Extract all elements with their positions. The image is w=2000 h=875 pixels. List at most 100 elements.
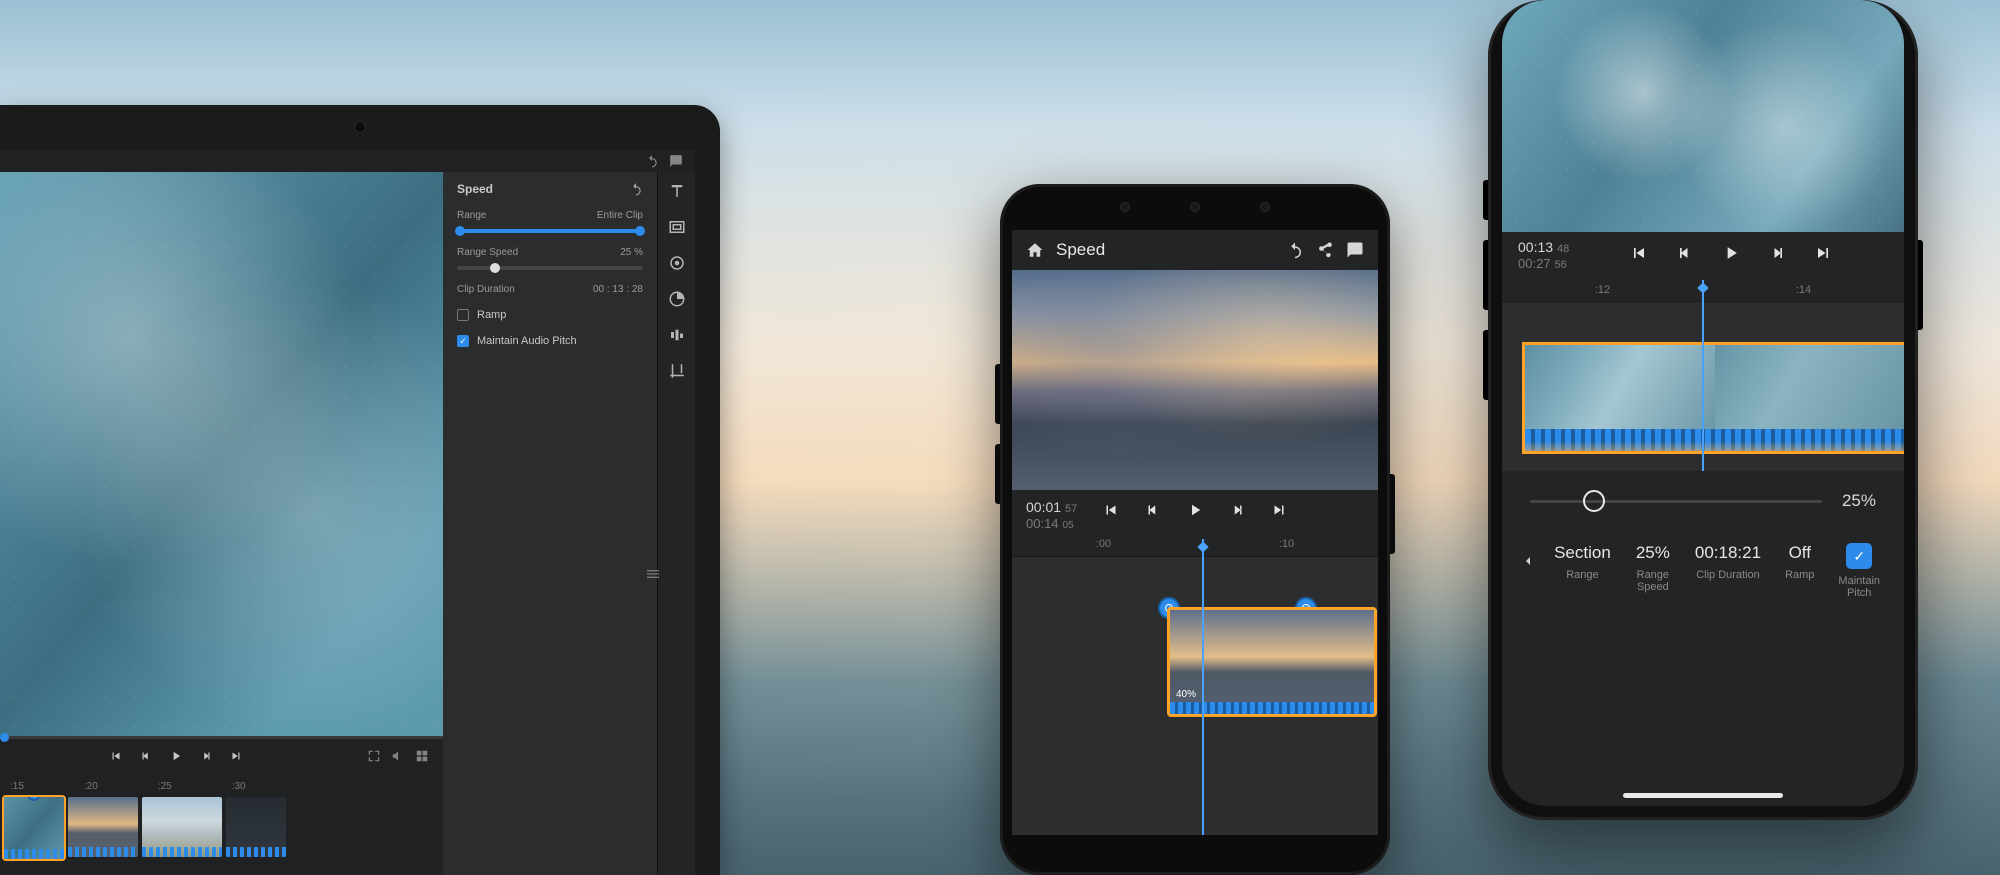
- duration-label: Clip Duration: [457, 284, 515, 295]
- ramp-control[interactable]: Off Ramp: [1779, 543, 1820, 581]
- ramp-value: Off: [1789, 543, 1811, 563]
- preview-video[interactable]: [0, 172, 443, 736]
- speed-controls-bar: Section Range 25% Range Speed 00:18:21 C…: [1502, 531, 1904, 599]
- step-forward-button[interactable]: [1228, 501, 1246, 524]
- tick-label: :15: [10, 781, 24, 792]
- step-forward-button[interactable]: [1767, 243, 1787, 268]
- pitch-label: Maintain Pitch: [1838, 575, 1880, 599]
- skip-forward-button[interactable]: [1270, 501, 1288, 524]
- timeline[interactable]: 40%: [1012, 556, 1378, 835]
- speed-label: Range Speed: [457, 247, 518, 258]
- panel-title: Speed: [457, 182, 493, 196]
- timeline[interactable]: [0, 795, 443, 875]
- range-slider[interactable]: [457, 229, 643, 233]
- speed-value: 25 %: [620, 247, 643, 258]
- timeline-ruler: :15 :20 :25 :30: [0, 777, 443, 795]
- step-back-button[interactable]: [1144, 501, 1162, 524]
- preview-video[interactable]: [1502, 0, 1904, 232]
- range-control[interactable]: Section Range: [1548, 543, 1617, 581]
- comments-icon[interactable]: [1346, 241, 1364, 259]
- iphone-device: 00:1348 00:2756 :12 :14 25%: [1488, 0, 1918, 820]
- pitch-checkbox[interactable]: ✓: [1846, 543, 1872, 569]
- duration-label: Clip Duration: [1696, 569, 1760, 581]
- skip-back-button[interactable]: [1629, 243, 1649, 268]
- undo-icon[interactable]: [645, 154, 659, 168]
- speed-label: Range Speed: [1635, 569, 1671, 593]
- duration-value: 00:18:21: [1695, 543, 1761, 563]
- back-button[interactable]: [1520, 543, 1536, 574]
- speed-slider[interactable]: [1530, 500, 1822, 503]
- transport-controls: [1012, 501, 1378, 538]
- tick-label: :10: [1279, 538, 1294, 556]
- step-forward-button[interactable]: [199, 749, 213, 768]
- header-title: Speed: [1056, 240, 1274, 260]
- clip-speed-pct: 40%: [1176, 689, 1196, 700]
- meta-row: 00:1348 00:2756: [1502, 232, 1904, 279]
- transport-controls: [0, 739, 443, 777]
- play-button[interactable]: [169, 749, 183, 768]
- mute-icon[interactable]: [391, 749, 405, 768]
- transform-icon[interactable]: [668, 218, 686, 236]
- skip-back-button[interactable]: [109, 749, 123, 768]
- menu-icon[interactable]: [645, 566, 661, 587]
- range-value: Section: [1554, 543, 1611, 563]
- total-time: 00:27: [1518, 256, 1551, 271]
- skip-forward-button[interactable]: [1813, 243, 1833, 268]
- crop-icon[interactable]: [668, 362, 686, 380]
- ramp-checkbox[interactable]: Ramp: [457, 309, 643, 321]
- undo-icon[interactable]: [1286, 241, 1304, 259]
- tick-label: :14: [1796, 284, 1811, 296]
- ramp-label: Ramp: [1785, 569, 1814, 581]
- ramp-label: Ramp: [477, 309, 506, 321]
- speed-slider-row: 25%: [1502, 471, 1904, 531]
- timeline-clip[interactable]: [4, 797, 64, 859]
- duration-control[interactable]: 00:18:21 Clip Duration: [1689, 543, 1767, 581]
- tick-label: :12: [1595, 284, 1610, 296]
- tablet-screen: :15 :20 :25 :30 Speed: [0, 150, 695, 875]
- reset-icon[interactable]: [629, 182, 643, 196]
- speed-slider[interactable]: [457, 266, 643, 270]
- scrubber[interactable]: [0, 736, 443, 739]
- range-value: Entire Clip: [597, 210, 643, 221]
- duration-value[interactable]: 00 : 13 : 28: [593, 284, 643, 295]
- fullscreen-icon[interactable]: [367, 749, 381, 768]
- timeline[interactable]: [1502, 301, 1904, 471]
- skip-back-button[interactable]: [1102, 501, 1120, 524]
- timeline-clip[interactable]: 40%: [1167, 607, 1377, 717]
- timeline-clip[interactable]: [68, 797, 138, 857]
- tick-label: :30: [232, 781, 246, 792]
- share-icon[interactable]: [1316, 241, 1334, 259]
- skip-forward-button[interactable]: [229, 749, 243, 768]
- android-screen: Speed 00:0157 00:1405 :00 :10: [1012, 230, 1378, 835]
- playhead[interactable]: [1702, 280, 1704, 471]
- speed-icon[interactable]: [668, 326, 686, 344]
- comments-icon[interactable]: [669, 154, 683, 168]
- pitch-checkbox[interactable]: Maintain Audio Pitch: [457, 335, 643, 347]
- speed-value: 25%: [1636, 543, 1670, 563]
- play-button[interactable]: [1186, 501, 1204, 524]
- step-back-button[interactable]: [139, 749, 153, 768]
- pitch-control[interactable]: ✓ Maintain Pitch: [1832, 543, 1886, 599]
- tick-label: :25: [158, 781, 172, 792]
- audio-icon[interactable]: [668, 254, 686, 272]
- iphone-screen: 00:1348 00:2756 :12 :14 25%: [1502, 0, 1904, 806]
- titles-icon[interactable]: [668, 182, 686, 200]
- preview-video[interactable]: [1012, 270, 1378, 490]
- timeline-clip[interactable]: [1522, 342, 1904, 454]
- home-icon[interactable]: [1026, 241, 1044, 259]
- inspector-sidebar: Speed Range Entire Clip: [443, 172, 695, 875]
- transport-controls: [1629, 243, 1833, 268]
- color-icon[interactable]: [668, 290, 686, 308]
- playhead[interactable]: [1202, 539, 1204, 835]
- play-button[interactable]: [1721, 243, 1741, 268]
- timeline-clip[interactable]: [226, 797, 286, 857]
- speed-control[interactable]: 25% Range Speed: [1629, 543, 1677, 593]
- camera-dot: [355, 122, 365, 132]
- tablet-device: :15 :20 :25 :30 Speed: [0, 105, 720, 875]
- home-indicator[interactable]: [1623, 793, 1783, 798]
- app-topbar: [0, 150, 695, 172]
- speed-panel: Speed Range Entire Clip: [443, 172, 657, 875]
- timeline-clip[interactable]: [142, 797, 222, 857]
- step-back-button[interactable]: [1675, 243, 1695, 268]
- grid-icon[interactable]: [415, 749, 429, 768]
